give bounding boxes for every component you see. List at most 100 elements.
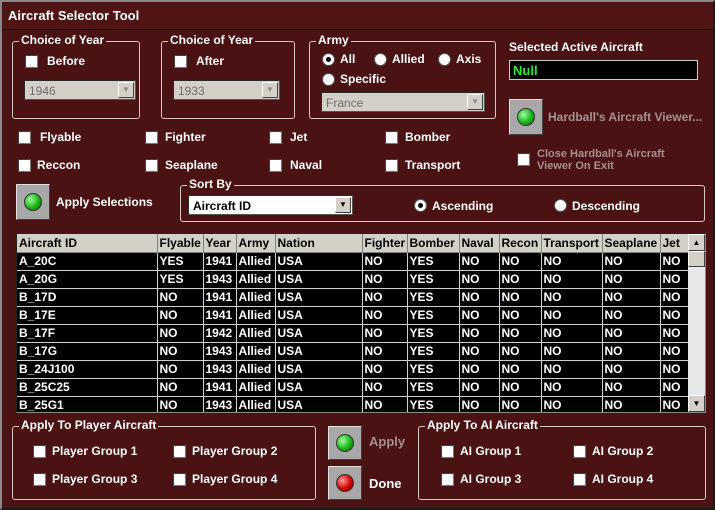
army-title: Army <box>316 33 351 47</box>
viewer-button[interactable] <box>509 99 543 135</box>
table-row[interactable]: B_25C25 NO 1941 Allied USA NO YES NO NO NO NO NO <box>17 378 690 397</box>
sort-title: Sort By <box>187 177 234 191</box>
table-cell: YES <box>407 396 460 412</box>
ai-groups-box: Apply To AI Aircraft <box>418 418 706 500</box>
sort-select[interactable]: Aircraft ID ▼ <box>188 195 353 215</box>
fighter-label: Fighter <box>165 130 206 144</box>
table-cell: NO <box>602 252 661 271</box>
column-header[interactable]: Bomber <box>407 234 460 253</box>
table-cell: USA <box>275 396 363 412</box>
chevron-down-icon[interactable]: ▼ <box>118 82 134 98</box>
flyable-checkbox[interactable] <box>18 131 31 144</box>
column-header[interactable]: Naval <box>459 234 500 253</box>
transport-label: Transport <box>405 158 461 172</box>
apply-button[interactable] <box>328 426 362 460</box>
table-cell: B_17F <box>17 324 158 343</box>
scroll-down-icon[interactable]: ▼ <box>688 395 705 412</box>
player-group-2-checkbox[interactable] <box>173 445 186 458</box>
scroll-up-icon[interactable]: ▲ <box>688 234 705 251</box>
year-before-select[interactable]: 1946 ▼ <box>24 80 136 100</box>
table-cell: YES <box>407 252 460 271</box>
aircraft-selector-window: Aircraft Selector Tool Choice of Year Be… <box>0 0 715 510</box>
table-cell: NO <box>157 288 204 307</box>
country-select[interactable]: France ▼ <box>321 92 485 112</box>
scroll-thumb[interactable] <box>688 251 705 267</box>
column-header[interactable]: Seaplane <box>602 234 661 253</box>
player-group-1-checkbox[interactable] <box>33 445 46 458</box>
table-row[interactable]: B_25G1 NO 1943 Allied USA NO YES NO NO NO NO NO <box>17 396 690 412</box>
descending-radio[interactable] <box>554 199 567 212</box>
ascending-radio[interactable] <box>414 199 427 212</box>
army-axis-radio[interactable] <box>438 53 451 66</box>
table-cell: 1941 <box>203 252 237 271</box>
table-cell: NO <box>541 342 603 361</box>
column-header[interactable]: Jet <box>660 234 690 253</box>
close-viewer-label-1: Close Hardball's Aircraft <box>537 148 665 160</box>
table-cell: 1943 <box>203 360 237 379</box>
table-cell: NO <box>362 306 408 325</box>
table-cell: NO <box>602 342 661 361</box>
transport-checkbox[interactable] <box>385 159 398 172</box>
army-allied-radio[interactable] <box>374 53 387 66</box>
table-cell: YES <box>407 324 460 343</box>
table-row[interactable]: B_24J100 NO 1943 Allied USA NO YES NO NO NO NO NO <box>17 360 690 379</box>
ai-group-1-checkbox[interactable] <box>441 445 454 458</box>
chevron-down-icon[interactable]: ▼ <box>335 197 351 213</box>
table-header-row: Aircraft ID Flyable Year Army Nation Fighter B… <box>17 234 690 253</box>
aircraft-table[interactable]: Aircraft ID Flyable Year Army Nation Fighter B… <box>16 233 706 413</box>
green-light-icon <box>517 108 535 126</box>
column-header[interactable]: Year <box>203 234 237 253</box>
table-row[interactable]: A_20G YES 1943 Allied USA NO YES NO NO NO NO NO <box>17 270 690 289</box>
chevron-down-icon[interactable]: ▼ <box>262 82 278 98</box>
table-cell: NO <box>499 324 542 343</box>
army-specific-radio[interactable] <box>322 73 335 86</box>
column-header[interactable]: Recon <box>499 234 542 253</box>
year-after-select[interactable]: 1933 ▼ <box>173 80 280 100</box>
table-cell: 1941 <box>203 378 237 397</box>
table-scrollbar[interactable]: ▲ ▼ <box>688 234 705 412</box>
seaplane-checkbox[interactable] <box>145 159 158 172</box>
fighter-checkbox[interactable] <box>145 131 158 144</box>
column-header[interactable]: Flyable <box>157 234 204 253</box>
close-viewer-checkbox[interactable] <box>517 153 530 166</box>
table-cell: NO <box>459 324 500 343</box>
ai-group-4-checkbox[interactable] <box>573 473 586 486</box>
apply-selections-button[interactable] <box>16 184 50 220</box>
player-group-4-checkbox[interactable] <box>173 473 186 486</box>
table-cell: NO <box>157 360 204 379</box>
column-header[interactable]: Army <box>236 234 276 253</box>
army-all-radio[interactable] <box>322 53 335 66</box>
reccon-checkbox[interactable] <box>18 159 31 172</box>
table-row[interactable]: B_17F NO 1942 Allied USA NO YES NO NO NO NO NO <box>17 324 690 343</box>
table-cell: USA <box>275 288 363 307</box>
table-cell: NO <box>499 252 542 271</box>
chevron-down-icon[interactable]: ▼ <box>467 94 483 110</box>
after-checkbox[interactable] <box>174 55 187 68</box>
column-header[interactable]: Nation <box>275 234 363 253</box>
ai-group-3-checkbox[interactable] <box>441 473 454 486</box>
table-row[interactable]: B_17E NO 1941 Allied USA NO YES NO NO NO NO NO <box>17 306 690 325</box>
table-cell: NO <box>541 396 603 412</box>
before-checkbox[interactable] <box>25 55 38 68</box>
table-cell: Allied <box>236 378 276 397</box>
red-light-icon <box>336 474 354 492</box>
done-button[interactable] <box>328 466 362 500</box>
bomber-checkbox[interactable] <box>385 131 398 144</box>
table-cell: NO <box>541 270 603 289</box>
naval-checkbox[interactable] <box>269 159 282 172</box>
table-row[interactable]: A_20C YES 1941 Allied USA NO YES NO NO NO NO NO <box>17 252 690 271</box>
year-after-title: Choice of Year <box>168 33 256 47</box>
table-cell: B_25C25 <box>17 378 158 397</box>
apply-selections-label: Apply Selections <box>56 195 153 209</box>
jet-checkbox[interactable] <box>269 131 282 144</box>
ai-group-2-checkbox[interactable] <box>573 445 586 458</box>
column-header[interactable]: Fighter <box>362 234 408 253</box>
table-row[interactable]: B_17G NO 1943 Allied USA NO YES NO NO NO NO NO <box>17 342 690 361</box>
column-header[interactable]: Transport <box>541 234 603 253</box>
table-row[interactable]: B_17D NO 1941 Allied USA NO YES NO NO NO NO NO <box>17 288 690 307</box>
player-group-3-checkbox[interactable] <box>33 473 46 486</box>
before-label: Before <box>47 54 86 68</box>
table-cell: NO <box>660 324 690 343</box>
army-all-label: All <box>340 52 356 66</box>
column-header[interactable]: Aircraft ID <box>17 234 158 253</box>
